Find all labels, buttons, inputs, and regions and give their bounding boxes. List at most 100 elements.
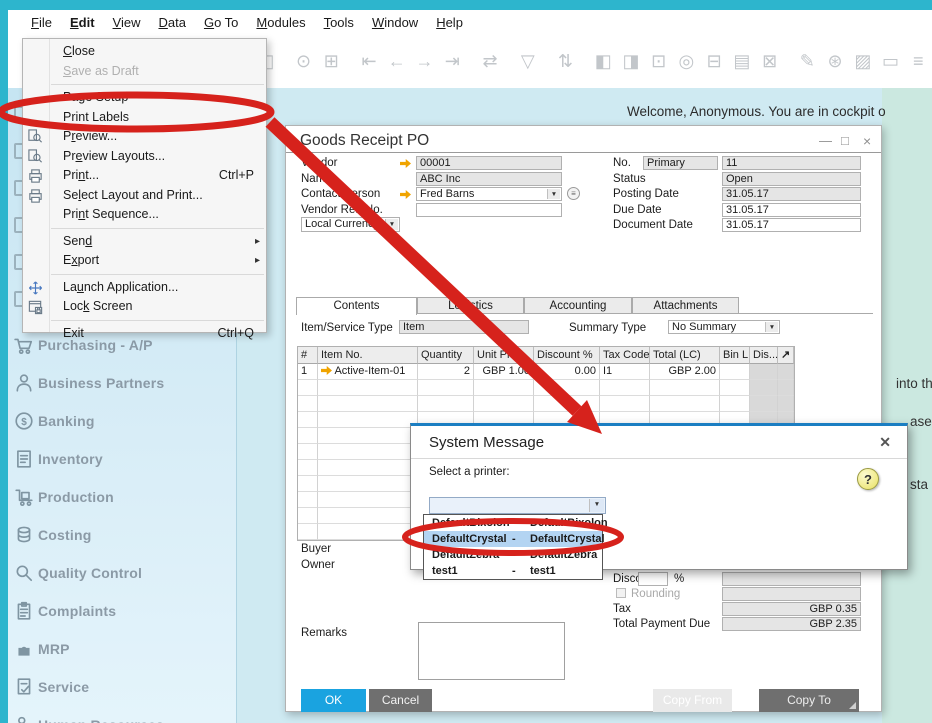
menu-item-lock-screen[interactable]: Lock Screen <box>23 297 266 317</box>
sidebar-item-production[interactable]: Production <box>8 487 237 511</box>
menu-data[interactable]: Data <box>149 13 194 32</box>
toolbar-payment-run-icon[interactable]: ⊡ <box>647 48 671 74</box>
cell-discount[interactable]: 0.00 <box>534 364 600 380</box>
menu-item-exit[interactable]: ExitCtrl+Q <box>23 324 266 344</box>
printer-option-defaultcrystal[interactable]: DefaultCrystal-DefaultCrystal <box>424 531 602 547</box>
due-date-field[interactable]: 31.05.17 <box>722 203 861 217</box>
toolbar-chat-icon[interactable]: ≡ <box>906 48 930 74</box>
menu-item-select-layout-and-print[interactable]: Select Layout and Print... <box>23 186 266 206</box>
menu-edit[interactable]: Edit <box>61 13 104 32</box>
printer-option-test1[interactable]: test1-test1 <box>424 563 602 579</box>
tab-contents[interactable]: Contents <box>296 297 417 315</box>
status-field[interactable]: Open <box>722 172 861 186</box>
sidebar-item-inventory[interactable]: Inventory <box>8 449 237 473</box>
rounding-checkbox[interactable] <box>616 588 626 598</box>
table-row[interactable]: 1 Active-Item-012GBP 1.000.00I1GBP 2.00 <box>298 364 794 380</box>
menu-window[interactable]: Window <box>363 13 427 32</box>
toolbar-next-record-icon[interactable]: → <box>413 48 437 74</box>
tab-accounting[interactable]: Accounting <box>524 297 632 314</box>
document-date-field[interactable]: 31.05.17 <box>722 218 861 232</box>
contact-person-field[interactable]: Fred Barns▼ <box>416 187 562 201</box>
printer-combobox[interactable]: ▼ <box>429 497 606 514</box>
menu-item-preview[interactable]: Preview... <box>23 127 266 147</box>
maximize-icon[interactable]: □ <box>841 133 849 148</box>
menu-item-close[interactable]: Close <box>23 42 266 62</box>
toolbar-balance-icon[interactable]: ⊟ <box>702 48 726 74</box>
menu-item-launch-application[interactable]: Launch Application... <box>23 278 266 298</box>
toolbar-form-settings-icon[interactable]: ⊛ <box>823 48 847 74</box>
toolbar-sort-icon[interactable]: ⇅ <box>554 48 578 74</box>
close-icon[interactable]: ✕ <box>879 434 891 451</box>
link-arrow-icon[interactable] <box>400 190 411 199</box>
choose-from-list-icon[interactable]: ≡ <box>567 187 580 200</box>
toolbar-previous-record-icon[interactable]: ← <box>385 48 409 74</box>
doc-number-field[interactable]: 11 <box>722 156 861 170</box>
menu-item-print-labels[interactable]: Print Labels <box>23 108 266 128</box>
currency-selector[interactable]: Local Currency ▼ <box>301 217 400 232</box>
menu-view[interactable]: View <box>104 13 150 32</box>
sidebar-item-costing[interactable]: Costing <box>8 525 237 549</box>
cancel-button[interactable]: Cancel <box>369 689 432 712</box>
toolbar-first-record-icon[interactable]: ⇤ <box>357 48 381 74</box>
toolbar-edit-form-icon[interactable]: ▨ <box>851 48 875 74</box>
printer-option-defaultbixolon[interactable]: DefaultBixolon-DefaultBixolon <box>424 515 602 531</box>
menu-item-send[interactable]: Send▸ <box>23 232 266 252</box>
sidebar-item-service[interactable]: Service <box>8 677 237 701</box>
minimize-icon[interactable]: — <box>819 133 832 148</box>
tab-logistics[interactable]: Logistics <box>417 297 524 314</box>
discount-field[interactable] <box>638 572 668 586</box>
close-icon[interactable]: × <box>863 133 871 149</box>
menu-item-preview-layouts[interactable]: Preview Layouts... <box>23 147 266 167</box>
sidebar-item-mrp[interactable]: MRP <box>8 639 237 663</box>
sidebar-item-quality-control[interactable]: Quality Control <box>8 563 237 587</box>
cell-[interactable]: 1 <box>298 364 318 380</box>
menu-file[interactable]: File <box>22 13 61 32</box>
toolbar-find-icon[interactable]: ⊙ <box>292 48 316 74</box>
toolbar-last-record-icon[interactable]: ⇥ <box>440 48 464 74</box>
vendor-ref-no-field[interactable] <box>416 203 562 217</box>
name-field[interactable]: ABC Inc <box>416 172 562 186</box>
copy-to-button[interactable]: Copy To <box>759 689 859 712</box>
toolbar-document-find-icon[interactable]: ⊠ <box>758 48 782 74</box>
sidebar-item-human-resources[interactable]: Human Resources <box>8 715 237 723</box>
toolbar-filter-icon[interactable]: ▽ <box>516 48 540 74</box>
cell-bin-l[interactable] <box>720 364 750 380</box>
link-arrow-icon[interactable] <box>400 159 411 168</box>
cell-total-lc[interactable]: GBP 2.00 <box>650 364 720 380</box>
toolbar-refresh-icon[interactable]: ⇄ <box>478 48 502 74</box>
summary-type-selector[interactable]: No Summary ▼ <box>668 320 780 334</box>
menu-tools[interactable]: Tools <box>315 13 363 32</box>
toolbar-message-icon[interactable]: ▭ <box>879 48 903 74</box>
sidebar-item-business-partners[interactable]: Business Partners <box>8 373 237 397</box>
toolbar-payment-wizard-icon[interactable]: ◨ <box>619 48 643 74</box>
posting-date-field[interactable]: 31.05.17 <box>722 187 861 201</box>
menu-item-export[interactable]: Export▸ <box>23 251 266 271</box>
cell-unit-price[interactable]: GBP 1.00 <box>474 364 534 380</box>
tab-attachments[interactable]: Attachments <box>632 297 739 314</box>
link-arrow-icon[interactable] <box>321 366 332 375</box>
menu-help[interactable]: Help <box>427 13 472 32</box>
cell-quantity[interactable]: 2 <box>418 364 474 380</box>
series-field[interactable]: Primary <box>643 156 718 170</box>
menu-item-print[interactable]: Print...Ctrl+P <box>23 166 266 186</box>
printer-option-defaultzebra[interactable]: DefaultZebra-DefaultZebra <box>424 547 602 563</box>
toolbar-add-form-icon[interactable]: ⊞ <box>319 48 343 74</box>
menu-item-page-setup[interactable]: Page Setup <box>23 88 266 108</box>
cell-tax-code[interactable]: I1 <box>600 364 650 380</box>
cell-dis[interactable] <box>750 364 778 380</box>
item-service-type-field[interactable]: Item <box>399 320 529 334</box>
sidebar-item-banking[interactable]: $Banking <box>8 411 237 435</box>
remarks-textarea[interactable] <box>418 622 565 680</box>
toolbar-payment-means-icon[interactable]: ◧ <box>591 48 615 74</box>
sidebar-item-complaints[interactable]: Complaints <box>8 601 237 625</box>
toolbar-edit-icon[interactable]: ✎ <box>795 48 819 74</box>
menu-go-to[interactable]: Go To <box>195 13 247 32</box>
cell-item-no[interactable]: Active-Item-01 <box>318 364 418 380</box>
menu-modules[interactable]: Modules <box>247 13 314 32</box>
ok-button[interactable]: OK <box>301 689 366 712</box>
vendor-field[interactable]: 00001 <box>416 156 562 170</box>
help-icon[interactable]: ? <box>857 468 879 490</box>
toolbar-journal-icon[interactable]: ▤ <box>730 48 754 74</box>
menu-item-save-as-draft[interactable]: Save as Draft <box>23 62 266 82</box>
menu-item-print-sequence[interactable]: Print Sequence... <box>23 205 266 225</box>
